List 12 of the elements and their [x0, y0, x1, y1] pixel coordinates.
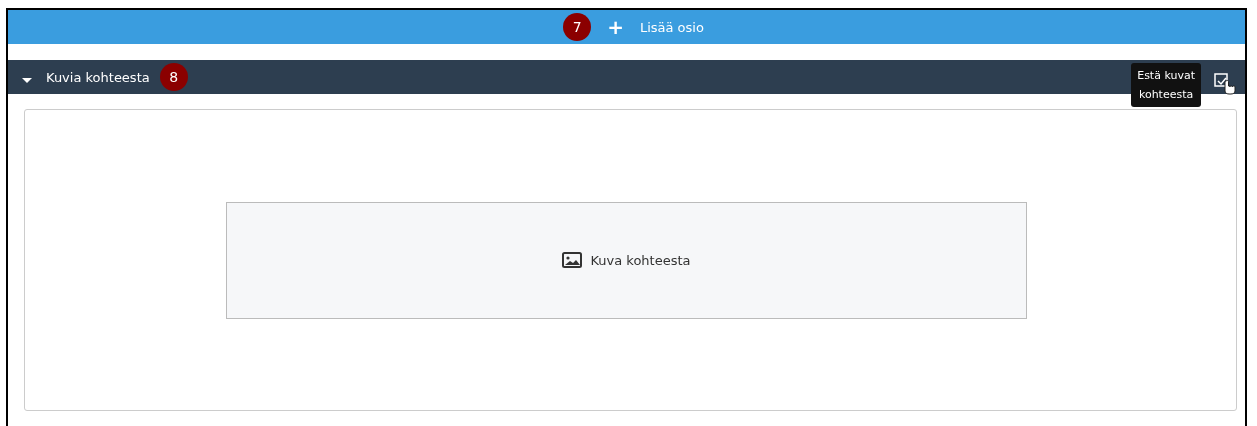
caret-icon[interactable] [22, 77, 32, 83]
section-title: Kuvia kohteesta [46, 69, 150, 85]
image-toggle-icon[interactable] [1213, 70, 1237, 96]
step-badge: 7 [563, 13, 592, 41]
plus-icon: + [607, 15, 624, 39]
add-section-bar[interactable]: 7 + Lisää osio [8, 10, 1245, 44]
tooltip: Estä kuvat kohteesta [1131, 63, 1201, 107]
add-section-label: Lisää osio [639, 19, 704, 35]
image-icon [562, 252, 583, 268]
image-placeholder-label: Kuva kohteesta [590, 252, 691, 268]
image-placeholder[interactable]: Kuva kohteesta [226, 201, 1027, 319]
step-badge: 8 [159, 63, 188, 91]
